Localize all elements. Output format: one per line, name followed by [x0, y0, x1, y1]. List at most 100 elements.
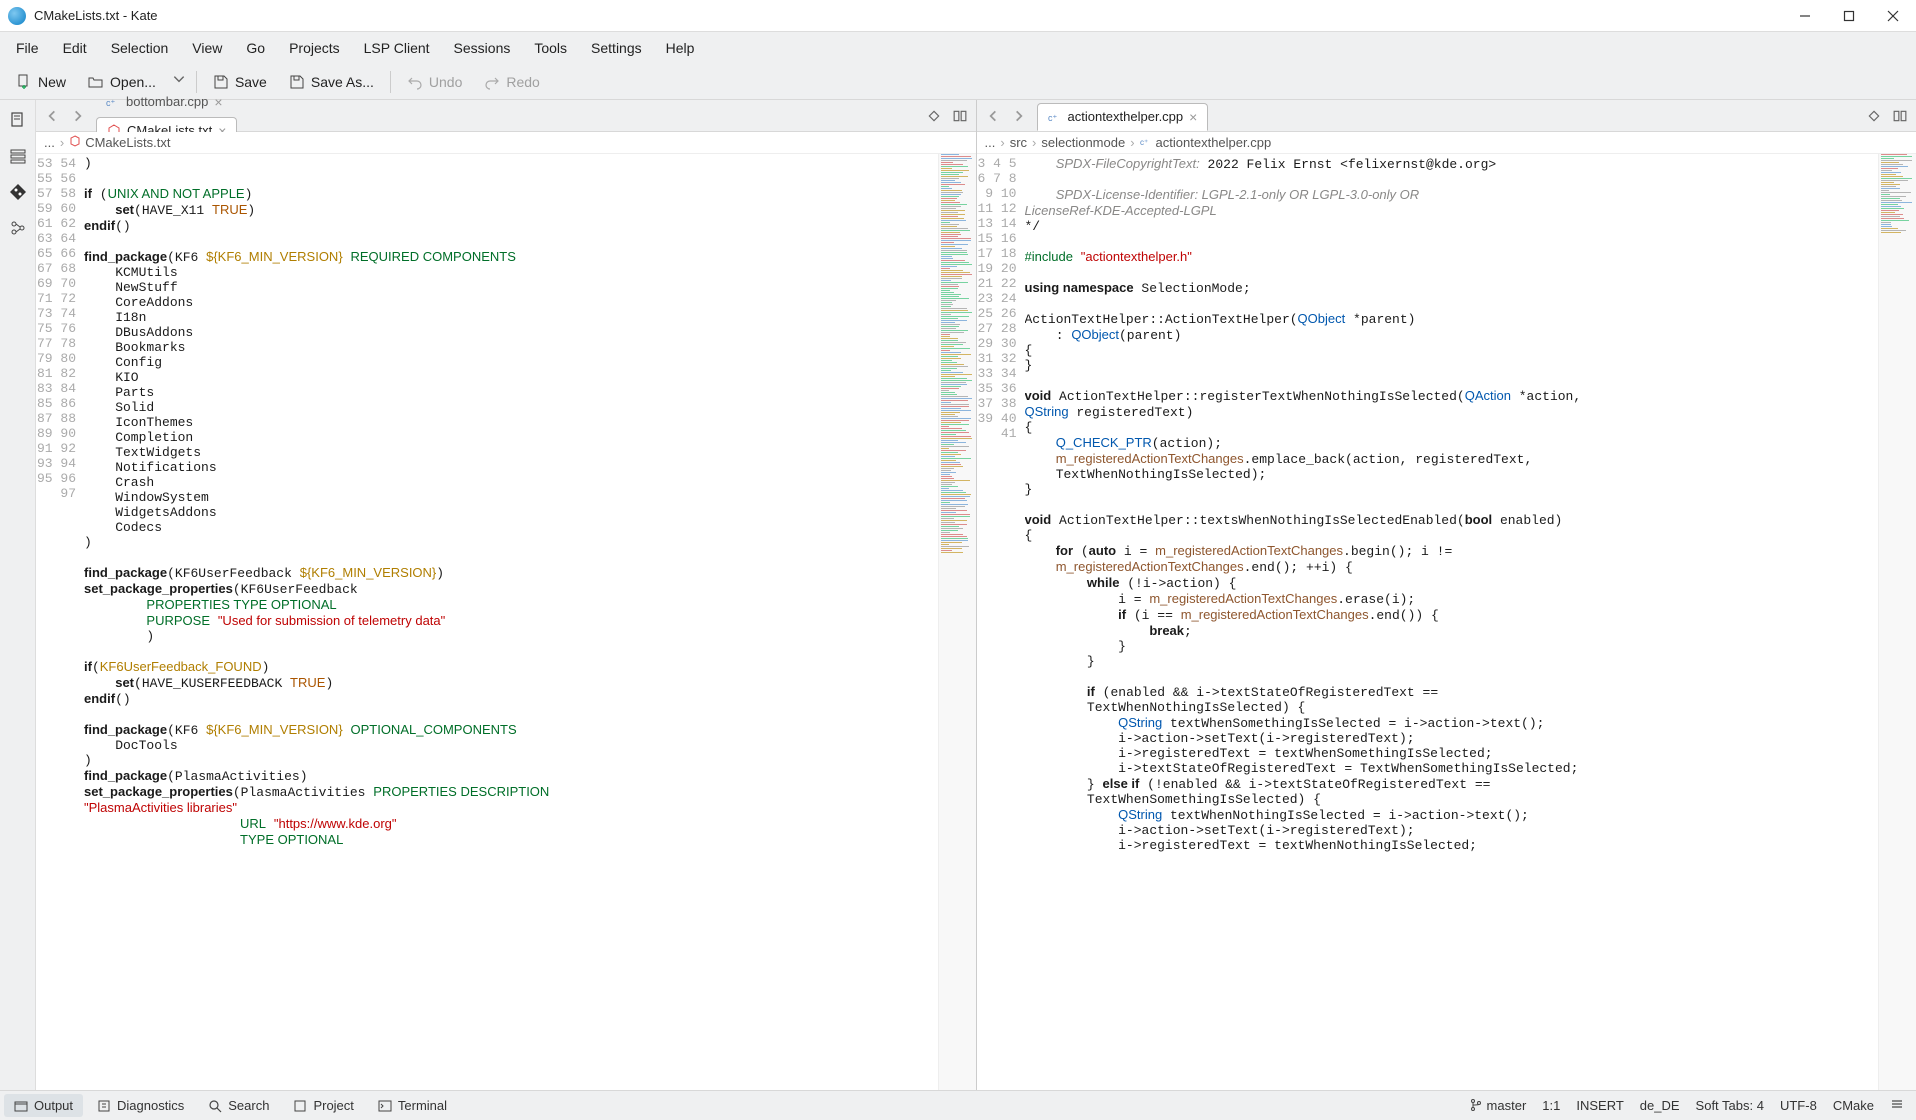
right-editor-pane: c⁺ actiontexthelper.cpp × ...› src› select… — [977, 100, 1916, 1090]
menu-edit[interactable]: Edit — [51, 34, 99, 62]
projects-icon[interactable] — [4, 142, 32, 170]
minimize-button[interactable] — [1796, 7, 1814, 25]
redo-icon — [484, 74, 500, 90]
breadcrumb-segment[interactable]: src — [1010, 135, 1027, 150]
titlebar: CMakeLists.txt - Kate — [0, 0, 1916, 32]
left-editor-pane: c⁺bottombar.cpp×CMakeLists.txt× ...› CMa… — [36, 100, 977, 1090]
forward-button[interactable] — [1007, 104, 1031, 128]
terminal-label: Terminal — [398, 1098, 447, 1113]
git-icon[interactable] — [4, 178, 32, 206]
new-icon — [16, 74, 32, 90]
svg-text:c⁺: c⁺ — [1048, 113, 1058, 123]
breadcrumb-segment[interactable]: c⁺ actiontexthelper.cpp — [1140, 135, 1272, 150]
tab-actiontexthelper-cpp[interactable]: c⁺ actiontexthelper.cpp × — [1037, 103, 1209, 131]
right-editor[interactable]: 3 4 5 6 7 8 9 10 11 12 13 14 15 16 17 18… — [977, 154, 1916, 1090]
diagnostics-tab[interactable]: Diagnostics — [87, 1094, 194, 1117]
quick-open-icon[interactable] — [922, 104, 946, 128]
tab-close-icon[interactable]: × — [1189, 109, 1197, 125]
menu-sessions[interactable]: Sessions — [442, 34, 523, 62]
app-icon — [8, 7, 26, 25]
left-gutter: 53 54 55 56 57 58 59 60 61 62 63 64 65 6… — [36, 154, 84, 1090]
language-mode[interactable]: CMake — [1833, 1098, 1874, 1113]
output-label: Output — [34, 1098, 73, 1113]
menu-tools[interactable]: Tools — [522, 34, 579, 62]
back-button[interactable] — [40, 104, 64, 128]
save-as-label: Save As... — [311, 74, 374, 90]
menu-selection[interactable]: Selection — [99, 34, 181, 62]
search-tab[interactable]: Search — [198, 1094, 279, 1117]
breadcrumb-segment[interactable]: ... — [985, 135, 996, 150]
insert-mode[interactable]: INSERT — [1576, 1098, 1623, 1113]
search-icon — [208, 1099, 222, 1113]
left-breadcrumb[interactable]: ...› CMakeLists.txt — [36, 132, 976, 154]
left-tabbar: c⁺bottombar.cpp×CMakeLists.txt× — [36, 100, 976, 132]
file-icon: c⁺ — [1140, 135, 1152, 150]
save-label: Save — [235, 74, 267, 90]
menu-projects[interactable]: Projects — [277, 34, 352, 62]
symbols-icon[interactable] — [4, 214, 32, 242]
menu-lsp-client[interactable]: LSP Client — [352, 34, 442, 62]
output-tab[interactable]: Output — [4, 1094, 83, 1117]
menu-icon[interactable] — [1890, 1097, 1904, 1114]
redo-button[interactable]: Redo — [474, 69, 549, 95]
forward-button[interactable] — [66, 104, 90, 128]
menu-file[interactable]: File — [4, 34, 51, 62]
left-code[interactable]: ) if (UNIX AND NOT APPLE) set(HAVE_X11 T… — [84, 154, 938, 1090]
svg-text:c⁺: c⁺ — [1140, 138, 1148, 147]
indent-mode[interactable]: Soft Tabs: 4 — [1696, 1098, 1764, 1113]
left-minimap[interactable] — [938, 154, 976, 1090]
git-branch[interactable]: master — [1469, 1098, 1526, 1113]
back-button[interactable] — [981, 104, 1005, 128]
file-icon: c⁺ — [1048, 110, 1062, 124]
split-icon[interactable] — [1888, 104, 1912, 128]
terminal-tab[interactable]: Terminal — [368, 1094, 457, 1117]
close-button[interactable] — [1884, 7, 1902, 25]
right-breadcrumb[interactable]: ...› src› selectionmode›c⁺ actiontexthel… — [977, 132, 1916, 154]
project-label: Project — [313, 1098, 353, 1113]
cursor-position[interactable]: 1:1 — [1542, 1098, 1560, 1113]
menu-view[interactable]: View — [180, 34, 234, 62]
undo-icon — [407, 74, 423, 90]
split-icon[interactable] — [948, 104, 972, 128]
tab-bottombar-cpp[interactable]: c⁺ bottombar.cpp × — [96, 89, 237, 115]
output-icon — [14, 1099, 28, 1113]
locale[interactable]: de_DE — [1640, 1098, 1680, 1113]
tab-label: actiontexthelper.cpp — [1068, 109, 1184, 124]
breadcrumb-segment[interactable]: ... — [44, 135, 55, 150]
quick-open-icon[interactable] — [1862, 104, 1886, 128]
menubar: FileEditSelectionViewGoProjectsLSP Clien… — [0, 32, 1916, 64]
diagnostics-label: Diagnostics — [117, 1098, 184, 1113]
project-tab[interactable]: Project — [283, 1094, 363, 1117]
statusbar: Output Diagnostics Search Project Termin… — [0, 1090, 1916, 1120]
terminal-icon — [378, 1099, 392, 1113]
right-gutter: 3 4 5 6 7 8 9 10 11 12 13 14 15 16 17 18… — [977, 154, 1025, 1090]
undo-button[interactable]: Undo — [397, 69, 472, 95]
maximize-button[interactable] — [1840, 7, 1858, 25]
tab-close-icon[interactable]: × — [214, 94, 222, 110]
right-minimap[interactable] — [1878, 154, 1916, 1090]
search-label: Search — [228, 1098, 269, 1113]
breadcrumb-segment[interactable]: CMakeLists.txt — [69, 135, 170, 150]
redo-label: Redo — [506, 74, 539, 90]
svg-text:c⁺: c⁺ — [106, 98, 116, 108]
breadcrumb-segment[interactable]: selectionmode — [1041, 135, 1125, 150]
left-editor[interactable]: 53 54 55 56 57 58 59 60 61 62 63 64 65 6… — [36, 154, 976, 1090]
right-tabbar: c⁺ actiontexthelper.cpp × — [977, 100, 1916, 132]
toolbar: New Open... Save Save As... Undo Redo — [0, 64, 1916, 100]
documents-icon[interactable] — [4, 106, 32, 134]
new-label: New — [38, 74, 66, 90]
encoding[interactable]: UTF-8 — [1780, 1098, 1817, 1113]
tab-label: bottombar.cpp — [126, 94, 208, 109]
right-code[interactable]: SPDX-FileCopyrightText: 2022 Felix Ernst… — [1025, 154, 1879, 1090]
menu-settings[interactable]: Settings — [579, 34, 654, 62]
save-as-button[interactable]: Save As... — [279, 69, 384, 95]
new-button[interactable]: New — [6, 69, 76, 95]
branch-icon — [1469, 1098, 1483, 1112]
save-as-icon — [289, 74, 305, 90]
left-sidebar — [0, 100, 36, 1090]
menu-go[interactable]: Go — [234, 34, 277, 62]
menu-help[interactable]: Help — [654, 34, 707, 62]
file-icon: c⁺ — [106, 95, 120, 109]
file-icon — [69, 135, 81, 150]
window-title: CMakeLists.txt - Kate — [34, 8, 158, 23]
